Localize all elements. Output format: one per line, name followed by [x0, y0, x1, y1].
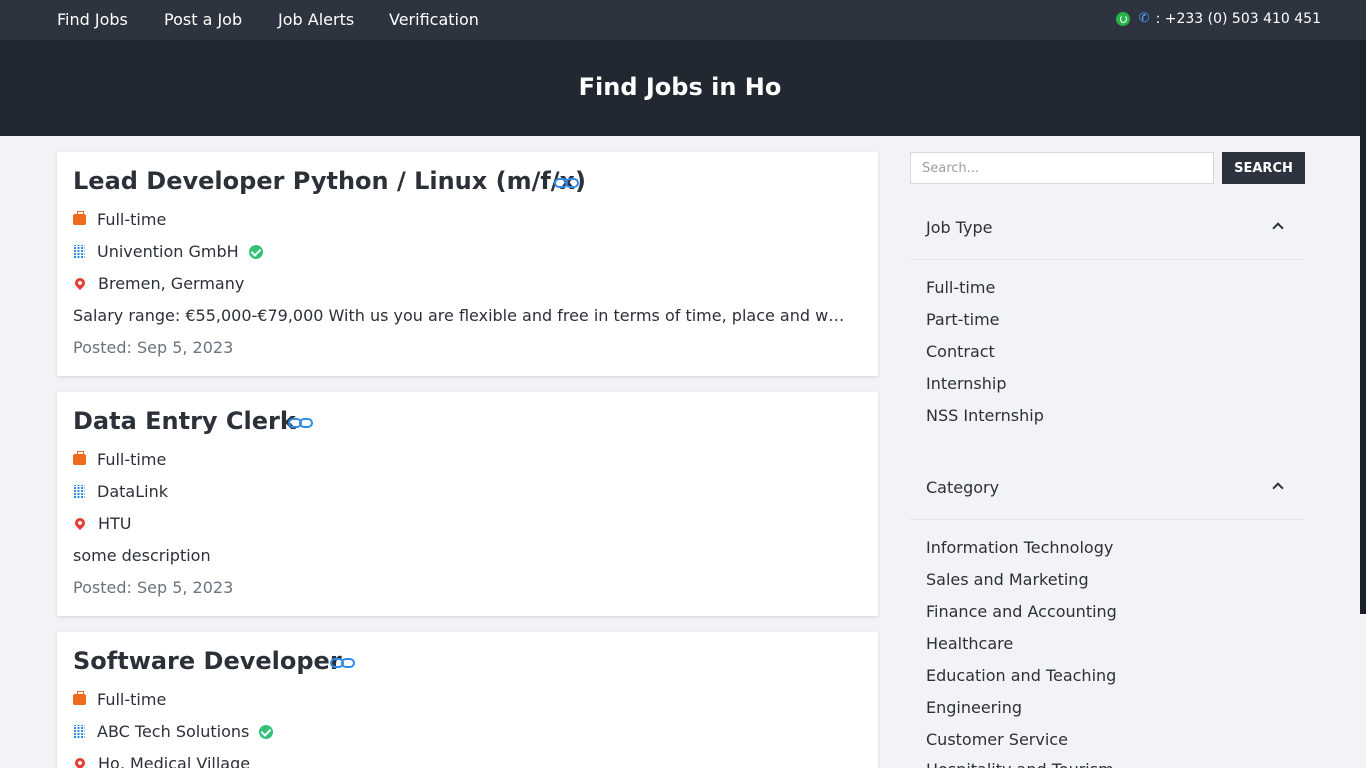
job-location: Bremen, Germany: [98, 274, 245, 293]
posted-date: Posted: Sep 5, 2023: [73, 338, 234, 357]
company-row: ABC Tech Solutions: [73, 722, 274, 741]
job-type-option[interactable]: NSS Internship: [926, 406, 1044, 425]
job-location: Ho, Medical Village: [98, 754, 251, 768]
briefcase-icon: [73, 211, 86, 225]
job-card: Lead Developer Python / Linux (m/f/x) Fu…: [57, 152, 878, 376]
page-hero: Find Jobs in Ho: [0, 40, 1360, 136]
nav-find-jobs[interactable]: Find Jobs: [57, 10, 128, 29]
page-edge: [1360, 40, 1366, 614]
job-type: Full-time: [97, 690, 167, 709]
page-title: Find Jobs in Ho: [578, 73, 782, 101]
job-title[interactable]: Data Entry Clerk: [73, 407, 296, 435]
category-option[interactable]: Healthcare: [926, 634, 1013, 653]
nav-job-alerts[interactable]: Job Alerts: [278, 10, 354, 29]
location-pin-icon: [72, 755, 88, 768]
posted-date: Posted: Sep 5, 2023: [73, 578, 234, 597]
job-card: Software Developer Full-time ABC Tech So…: [57, 632, 878, 768]
nav-post-a-job[interactable]: Post a Job: [164, 10, 242, 29]
category-option[interactable]: Customer Service: [926, 730, 1068, 749]
job-type-row: Full-time: [73, 450, 166, 469]
category-option[interactable]: Sales and Marketing: [926, 570, 1089, 589]
nav-verification[interactable]: Verification: [389, 10, 479, 29]
job-type-option[interactable]: Part-time: [926, 310, 1000, 329]
category-option[interactable]: Finance and Accounting: [926, 602, 1117, 621]
category-option[interactable]: Education and Teaching: [926, 666, 1116, 685]
job-card: Data Entry Clerk Full-time DataLink HTU …: [57, 392, 878, 616]
search-input[interactable]: [910, 152, 1214, 184]
filter-title: Job Type: [926, 218, 993, 237]
job-title[interactable]: Software Developer: [73, 647, 342, 675]
chevron-up-icon: [1272, 482, 1284, 494]
job-title[interactable]: Lead Developer Python / Linux (m/f/x): [73, 167, 586, 195]
verified-check-icon: [248, 244, 263, 259]
link-icon[interactable]: [330, 658, 356, 668]
company-name: DataLink: [97, 482, 168, 501]
job-location: HTU: [98, 514, 132, 533]
building-icon: [74, 485, 85, 498]
briefcase-icon: [73, 451, 86, 465]
divider: [910, 519, 1304, 520]
location-row: HTU: [72, 514, 132, 533]
job-type-option[interactable]: Internship: [926, 374, 1007, 393]
job-description: Salary range: €55,000-€79,000 With us yo…: [73, 306, 853, 325]
job-type: Full-time: [97, 210, 167, 229]
building-icon: [74, 725, 85, 738]
contact-info[interactable]: ✆ : +233 (0) 503 410 451: [1115, 11, 1321, 27]
job-description: some description: [73, 546, 211, 565]
company-row: DataLink: [73, 482, 168, 501]
chevron-up-icon: [1272, 222, 1284, 234]
location-pin-icon: [72, 275, 88, 290]
company-name: ABC Tech Solutions: [97, 722, 250, 741]
job-type-row: Full-time: [73, 210, 166, 229]
verified-check-icon: [259, 724, 274, 739]
company-name: Univention GmbH: [97, 242, 239, 261]
category-option[interactable]: Hospitality and Tourism: [926, 760, 1114, 768]
divider: [910, 259, 1304, 260]
job-type: Full-time: [97, 450, 167, 469]
job-type-option[interactable]: Contract: [926, 342, 995, 361]
search-button[interactable]: SEARCH: [1222, 152, 1305, 184]
location-row: Bremen, Germany: [72, 274, 245, 293]
phone-icon: ✆: [1138, 11, 1150, 26]
location-pin-icon: [72, 515, 88, 530]
filter-title: Category: [926, 478, 1000, 497]
category-option[interactable]: Information Technology: [926, 538, 1113, 557]
category-option[interactable]: Engineering: [926, 698, 1022, 717]
job-type-row: Full-time: [73, 690, 166, 709]
top-navbar: Find Jobs Post a Job Job Alerts Verifica…: [0, 0, 1366, 40]
job-type-option[interactable]: Full-time: [926, 278, 995, 297]
briefcase-icon: [73, 691, 86, 705]
link-icon[interactable]: [554, 178, 580, 188]
company-row: Univention GmbH: [73, 242, 263, 261]
building-icon: [74, 245, 85, 258]
location-row: Ho, Medical Village: [72, 754, 251, 768]
whatsapp-icon: [1115, 12, 1130, 26]
category-filter-toggle[interactable]: Category: [926, 478, 1304, 497]
job-type-filter-toggle[interactable]: Job Type: [926, 218, 1304, 237]
link-icon[interactable]: [288, 418, 314, 428]
phone-number: : +233 (0) 503 410 451: [1155, 11, 1321, 27]
